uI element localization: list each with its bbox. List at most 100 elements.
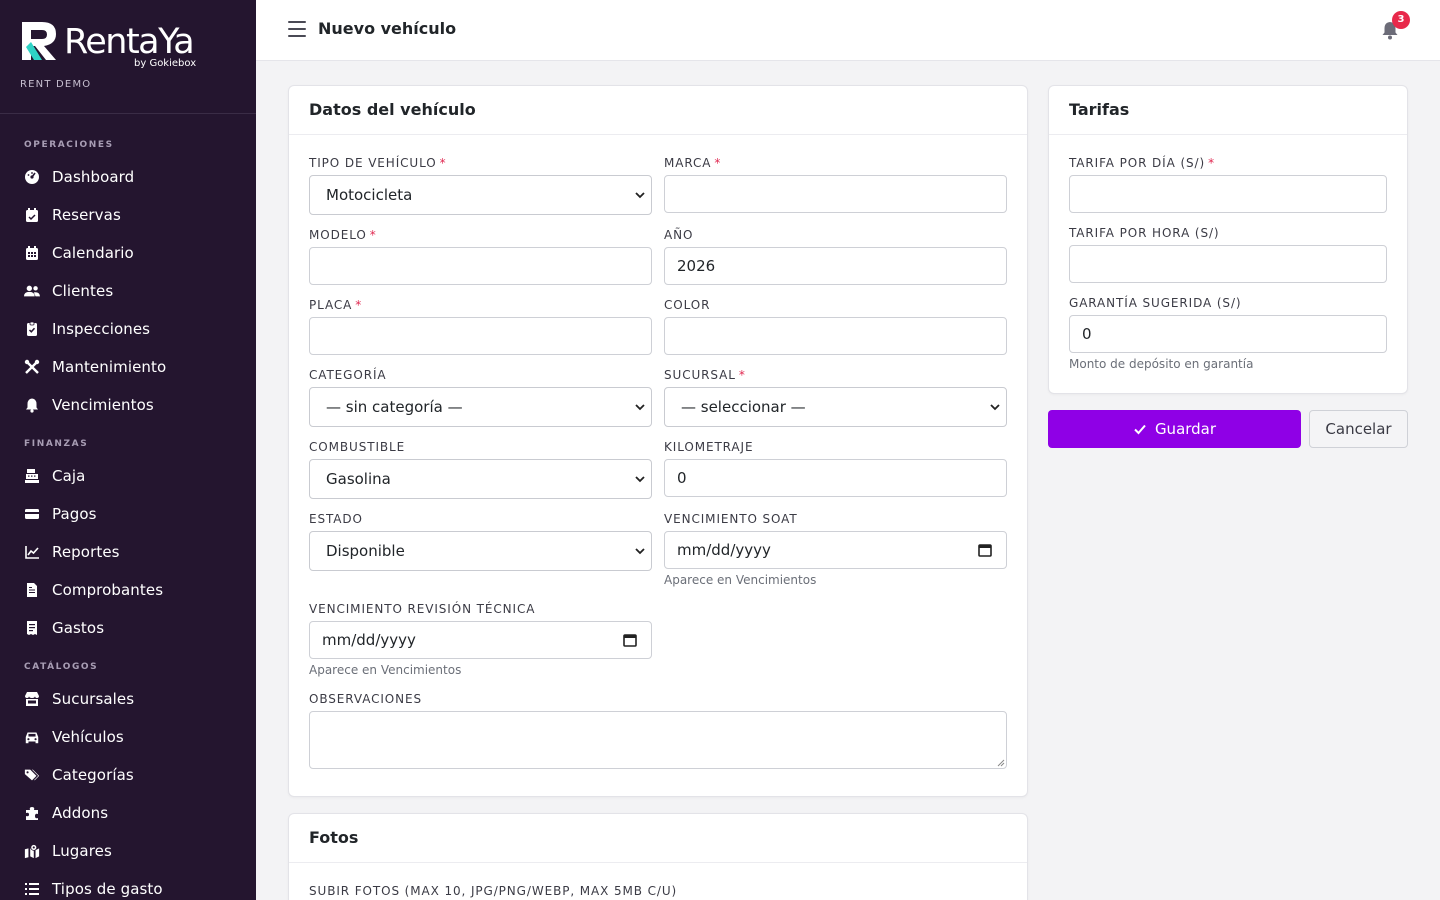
tarifa-hora-input[interactable]	[1069, 245, 1387, 283]
sidebar-item-mantenimiento[interactable]: Mantenimiento	[24, 355, 244, 379]
select-value: — sin categoría —	[326, 398, 463, 416]
card-title: Fotos	[309, 828, 359, 847]
section-title-catalogos: CATÁLOGOS	[24, 662, 99, 672]
estado-select[interactable]: Disponible	[309, 531, 652, 571]
sidebar-item-inspecciones[interactable]: Inspecciones	[24, 317, 244, 341]
vencimiento-soat-date-input[interactable]: mm/dd/yyyy	[664, 531, 1007, 569]
sidebar-item-label: Lugares	[52, 842, 112, 860]
sucursal-label: SUCURSAL *	[664, 368, 746, 382]
line-chart-icon	[24, 544, 40, 560]
sidebar-item-label: Mantenimiento	[52, 358, 167, 376]
sidebar-item-label: Inspecciones	[52, 320, 151, 338]
sidebar-item-pagos[interactable]: Pagos	[24, 502, 244, 526]
sidebar-item-label: Comprobantes	[52, 581, 164, 599]
calendar-icon	[24, 245, 40, 261]
anio-input[interactable]: 2026	[664, 247, 1007, 285]
select-value: Motocicleta	[326, 186, 413, 204]
save-button[interactable]: Guardar	[1048, 410, 1301, 448]
garantia-label: GARANTÍA SUGERIDA (S/)	[1069, 296, 1242, 310]
modelo-input[interactable]	[309, 247, 652, 285]
sidebar-item-label: Sucursales	[52, 690, 135, 708]
calendar-picker-icon[interactable]	[623, 633, 637, 647]
sidebar-item-comprobantes[interactable]: Comprobantes	[24, 578, 244, 602]
kilometraje-label: KILOMETRAJE	[664, 440, 754, 454]
chevron-down-icon	[990, 404, 1000, 411]
observaciones-label: OBSERVACIONES	[309, 692, 423, 706]
observaciones-textarea[interactable]	[309, 711, 1007, 769]
cash-register-icon	[24, 468, 40, 484]
card-title: Datos del vehículo	[309, 100, 476, 119]
sidebar-item-lugares[interactable]: Lugares	[24, 839, 244, 863]
categoria-select[interactable]: — sin categoría —	[309, 387, 652, 427]
select-value: Gasolina	[326, 470, 391, 488]
map-location-icon	[24, 843, 40, 859]
sidebar-item-gastos[interactable]: Gastos	[24, 616, 244, 640]
vencimiento-revision-date-input[interactable]: mm/dd/yyyy	[309, 621, 652, 659]
brand-logo[interactable]: RentaYa by Gokiebox	[20, 20, 220, 70]
sidebar-item-clientes[interactable]: Clientes	[24, 279, 244, 303]
sidebar-item-label: Reportes	[52, 543, 120, 561]
tipo-vehiculo-label: TIPO DE VEHÍCULO *	[309, 156, 447, 170]
combustible-label: COMBUSTIBLE	[309, 440, 406, 454]
sidebar-item-label: Calendario	[52, 244, 134, 262]
placa-label: PLACA *	[309, 298, 363, 312]
sidebar-item-label: Pagos	[52, 505, 97, 523]
sidebar-item-calendario[interactable]: Calendario	[24, 241, 244, 265]
calendar-picker-icon[interactable]	[978, 543, 992, 557]
sidebar: RentaYa by Gokiebox RENT DEMO OPERACIONE…	[0, 0, 256, 900]
card-title: Tarifas	[1069, 100, 1130, 119]
card-header: Tarifas	[1049, 86, 1407, 135]
date-placeholder: mm/dd/yyyy	[322, 631, 416, 649]
sidebar-item-dashboard[interactable]: Dashboard	[24, 165, 244, 189]
sidebar-item-label: Addons	[52, 804, 109, 822]
vencimiento-revision-label: VENCIMIENTO REVISIÓN TÉCNICA	[309, 602, 536, 616]
sidebar-item-caja[interactable]: Caja	[24, 464, 244, 488]
sidebar-item-reportes[interactable]: Reportes	[24, 540, 244, 564]
tipo-vehiculo-select[interactable]: Motocicleta	[309, 175, 652, 215]
sidebar-item-label: Vehículos	[52, 728, 124, 746]
sidebar-item-vencimientos[interactable]: Vencimientos	[24, 393, 244, 417]
brand-subtitle: by Gokiebox	[134, 58, 197, 69]
check-icon	[1134, 424, 1146, 435]
rentaya-logo-icon	[22, 22, 56, 60]
sidebar-item-label: Clientes	[52, 282, 114, 300]
kilometraje-input[interactable]: 0	[664, 459, 1007, 497]
sidebar-item-tipos-de-gasto[interactable]: Tipos de gasto	[24, 877, 244, 900]
combustible-select[interactable]: Gasolina	[309, 459, 652, 499]
sidebar-item-label: Gastos	[52, 619, 105, 637]
receipt-icon	[24, 620, 40, 636]
sidebar-item-categorias[interactable]: Categorías	[24, 763, 244, 787]
sidebar-item-addons[interactable]: Addons	[24, 801, 244, 825]
store-icon	[24, 691, 40, 707]
sucursal-select[interactable]: — seleccionar —	[664, 387, 1007, 427]
invoice-icon	[24, 582, 40, 598]
soat-help-text: Aparece en Vencimientos	[664, 573, 817, 587]
topbar: Nuevo vehículo 3	[256, 0, 1440, 61]
chevron-down-icon	[635, 192, 645, 199]
garantia-input[interactable]: 0	[1069, 315, 1387, 353]
cancel-button[interactable]: Cancelar	[1309, 410, 1408, 448]
users-icon	[24, 283, 40, 299]
resize-handle-icon[interactable]	[997, 759, 1005, 767]
section-title-operaciones: OPERACIONES	[24, 140, 114, 150]
sidebar-item-label: Reservas	[52, 206, 121, 224]
card-header: Fotos	[289, 814, 1027, 863]
sidebar-item-reservas[interactable]: Reservas	[24, 203, 244, 227]
sidebar-item-label: Categorías	[52, 766, 134, 784]
save-button-label: Guardar	[1154, 420, 1217, 438]
sidebar-item-sucursales[interactable]: Sucursales	[24, 687, 244, 711]
categoria-label: CATEGORÍA	[309, 368, 387, 382]
tenant-name: RENT DEMO	[20, 79, 92, 90]
tarifa-dia-label: TARIFA POR DÍA (S/) *	[1069, 156, 1215, 170]
garantia-help-text: Monto de depósito en garantía	[1069, 357, 1254, 371]
sidebar-item-vehiculos[interactable]: Vehículos	[24, 725, 244, 749]
anio-label: AÑO	[664, 228, 694, 242]
color-input[interactable]	[664, 317, 1007, 355]
sidebar-divider	[0, 113, 256, 114]
placa-input[interactable]	[309, 317, 652, 355]
marca-input[interactable]	[664, 175, 1007, 213]
menu-toggle-icon[interactable]	[288, 21, 306, 37]
chevron-down-icon	[635, 476, 645, 483]
tarifa-dia-input[interactable]	[1069, 175, 1387, 213]
list-icon	[24, 881, 40, 897]
